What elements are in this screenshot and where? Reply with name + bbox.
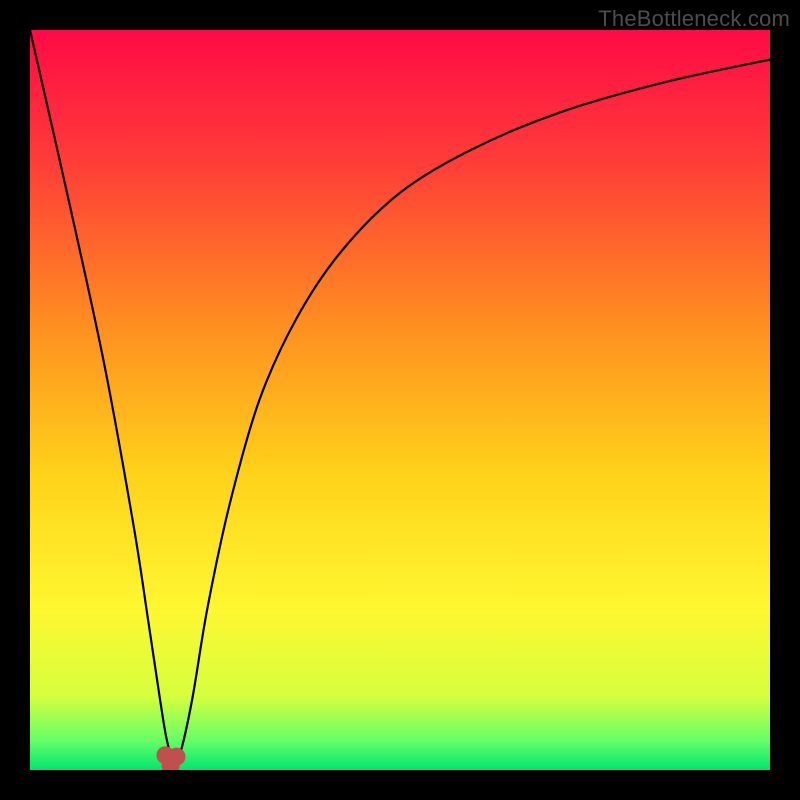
dip-marker-right xyxy=(168,748,186,766)
dip-markers xyxy=(156,746,185,770)
bottleneck-curve xyxy=(30,30,770,763)
chart-plot-area xyxy=(30,30,770,770)
chart-frame: TheBottleneck.com xyxy=(0,0,800,800)
watermark-text: TheBottleneck.com xyxy=(598,6,790,32)
chart-svg xyxy=(30,30,770,770)
